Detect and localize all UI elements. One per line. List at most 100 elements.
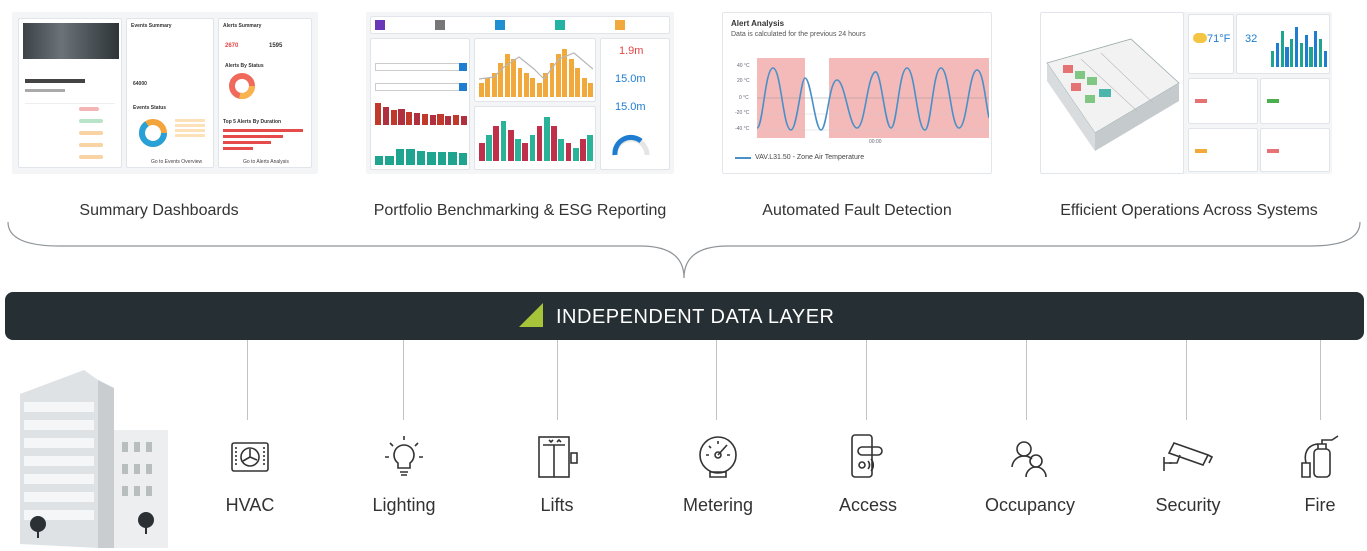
mini-bar xyxy=(390,109,397,125)
meter-gauge-icon xyxy=(699,436,737,478)
system-label-occupancy: Occupancy xyxy=(984,495,1076,515)
mini-bar xyxy=(515,139,521,161)
mini-bar xyxy=(580,139,586,161)
cctv-camera-icon xyxy=(1163,442,1214,471)
mini-bar xyxy=(460,116,467,125)
portfolio-filter-panel xyxy=(370,38,470,170)
mini-bar xyxy=(375,103,382,125)
system-lifts: Lifts xyxy=(502,433,612,516)
elevator-icon xyxy=(538,436,578,478)
energy-stacked-chart xyxy=(479,117,593,161)
connector-security xyxy=(1186,340,1187,420)
system-label-metering: Metering xyxy=(682,495,754,515)
mini-bar xyxy=(1299,43,1304,67)
caption-fault-detection: Automated Fault Detection xyxy=(762,202,952,219)
data-layer-title: INDEPENDENT DATA LAYER xyxy=(556,306,835,328)
occupancy-bar-chart xyxy=(1271,27,1327,67)
alerts-summary-title: Alerts Summary xyxy=(223,23,262,29)
light-bulb-icon xyxy=(385,436,423,476)
legend-swatch xyxy=(735,157,751,159)
portfolio-kpi-strip xyxy=(370,16,670,34)
mini-bar xyxy=(1280,31,1284,67)
mini-bar xyxy=(536,125,543,161)
mini-bar xyxy=(1285,47,1289,67)
mini-bar xyxy=(421,114,429,125)
mini-bar xyxy=(558,139,565,161)
alerts-number: 2670 xyxy=(225,43,239,49)
events-link[interactable]: Go to Events Overview xyxy=(151,159,202,165)
mini-bar xyxy=(437,114,444,125)
system-label-hvac: HVAC xyxy=(225,495,275,515)
alert-analysis-title: Alert Analysis xyxy=(731,19,785,28)
mini-bar xyxy=(413,112,421,125)
floorplan-3d-map xyxy=(1046,38,1180,151)
kpi-value-1: 1.9m xyxy=(619,45,644,57)
consumption-chart-card xyxy=(474,38,596,102)
energy-bar-mini-chart xyxy=(375,103,467,125)
top-alerts-title: Top 5 Alerts By Duration xyxy=(223,119,282,125)
hvac-unit-icon xyxy=(231,442,269,472)
mini-bar xyxy=(493,125,500,161)
y-tick-4: -20 °C xyxy=(735,110,750,116)
connector-metering xyxy=(716,340,717,420)
mini-bar xyxy=(1294,27,1299,67)
alert-analysis-subtitle: Data is calculated for the previous 24 h… xyxy=(731,31,866,38)
people-count: 32 xyxy=(1245,33,1258,45)
alert-legend: VAV.L31.50 - Zone Air Temperature xyxy=(755,154,865,161)
system-fire: Fire xyxy=(1265,433,1367,516)
system-metering: Metering xyxy=(663,433,773,516)
room-card-3 xyxy=(1188,128,1258,172)
connector-hvac xyxy=(247,340,248,420)
mini-bar xyxy=(406,148,415,165)
mini-bar xyxy=(479,143,485,161)
mini-bar xyxy=(406,111,413,125)
grouping-brace xyxy=(7,221,1361,279)
mini-bar xyxy=(529,134,536,161)
system-label-fire: Fire xyxy=(1304,495,1336,515)
events-number: 64000 xyxy=(133,81,147,87)
mini-bar xyxy=(416,150,426,165)
events-donut-chart xyxy=(139,119,167,147)
mini-bar xyxy=(437,151,447,165)
caption-summary-dashboards: Summary Dashboards xyxy=(79,202,239,219)
alerts-donut-chart xyxy=(229,73,255,99)
fire-extinguisher-icon xyxy=(1301,435,1339,478)
caption-efficient-operations: Efficient Operations Across Systems xyxy=(1060,202,1318,219)
mini-bar xyxy=(572,147,579,161)
building-panel xyxy=(18,18,122,168)
energy-consumption-chart-card xyxy=(474,106,596,170)
mini-bar xyxy=(395,148,405,165)
system-lighting: Lighting xyxy=(349,433,459,516)
alerts-link[interactable]: Go to Alerts Analysis xyxy=(243,159,289,165)
events-summary-card: Events Summary 64000 Events Status Go to… xyxy=(126,18,214,168)
system-label-security: Security xyxy=(1155,495,1221,515)
consumption-line xyxy=(479,52,593,80)
people-icon xyxy=(1011,441,1047,478)
mini-bar xyxy=(507,130,514,161)
y-tick-1: 40 °C xyxy=(737,63,750,69)
y-tick-3: 0 °C xyxy=(739,95,749,101)
mini-bar xyxy=(587,134,593,161)
events-status-title: Events Status xyxy=(133,105,167,111)
y-tick-2: 20 °C xyxy=(737,78,750,84)
portfolio-benchmarking-screenshot: 1.9m 15.0m 15.0m xyxy=(366,12,674,174)
weather-temperature: 71°F xyxy=(1207,33,1231,45)
system-hvac: HVAC xyxy=(195,433,305,516)
room-card-2 xyxy=(1260,78,1330,124)
mini-bar xyxy=(1314,31,1318,67)
mini-bar xyxy=(500,121,507,161)
independent-data-layer-bar: INDEPENDENT DATA LAYER xyxy=(5,292,1364,340)
mini-bar xyxy=(1271,51,1275,67)
people-count-card: 32 xyxy=(1236,14,1330,74)
mini-bar xyxy=(445,116,452,125)
connector-fire xyxy=(1320,340,1321,420)
kpi-value-3: 15.0m xyxy=(615,101,646,113)
floorplan-panel xyxy=(1040,12,1184,174)
intensity-bar-mini-chart xyxy=(375,147,467,165)
alerts-number-secondary: 1595 xyxy=(269,43,283,49)
mini-bar xyxy=(1304,35,1308,67)
mini-bar xyxy=(1309,47,1313,67)
performance-gauge xyxy=(612,134,650,156)
mini-bar xyxy=(429,115,436,125)
mini-bar xyxy=(452,115,460,125)
